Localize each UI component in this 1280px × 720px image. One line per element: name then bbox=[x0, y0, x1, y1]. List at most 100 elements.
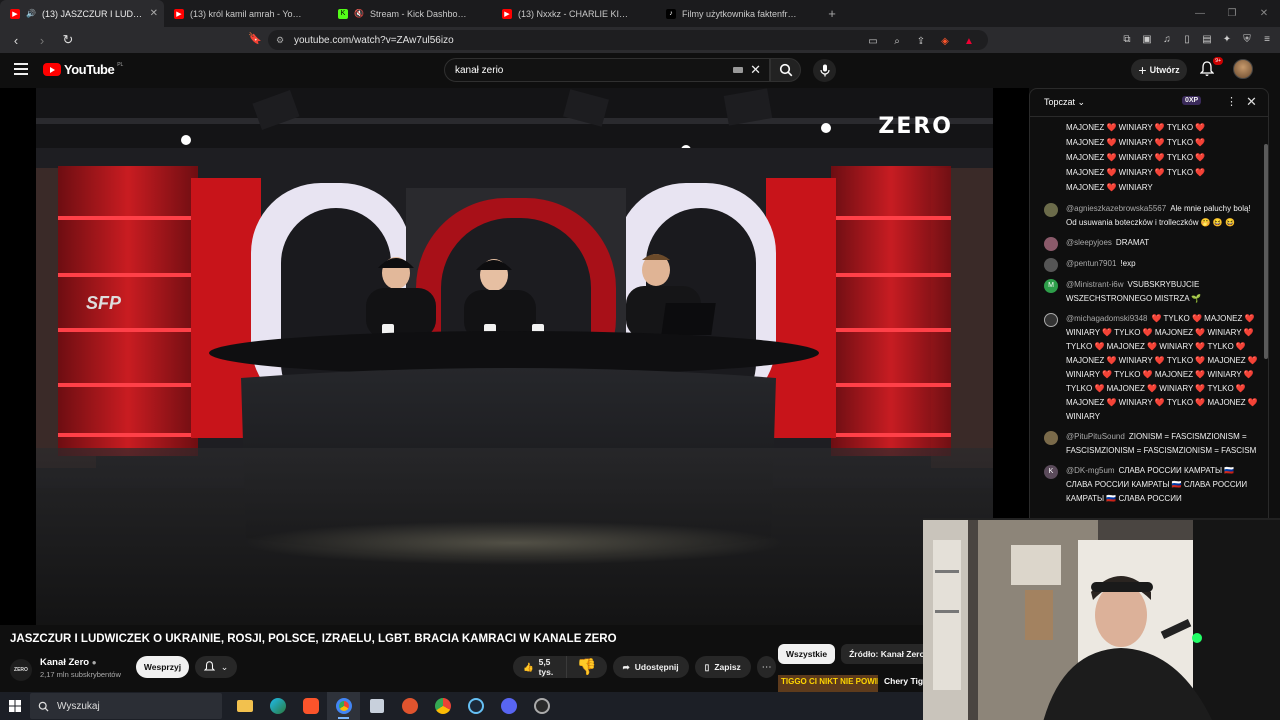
voice-search-button[interactable] bbox=[813, 59, 836, 82]
more-options-icon[interactable]: ⋮ bbox=[1226, 95, 1237, 108]
vpn-icon[interactable]: ⛨ bbox=[1240, 32, 1254, 46]
share-icon[interactable]: ⇪ bbox=[914, 34, 928, 48]
notifications-button[interactable]: 9+ bbox=[1199, 57, 1223, 77]
url-text: youtube.com/watch?v=ZAw7ul56izo bbox=[294, 34, 454, 46]
search-button[interactable] bbox=[770, 58, 801, 82]
more-horizontal-icon: ⋯ bbox=[761, 661, 772, 673]
chat-mode-label: Topczat bbox=[1044, 97, 1076, 107]
youtube-logo[interactable]: YouTube PL bbox=[43, 62, 123, 77]
user-avatar[interactable] bbox=[1044, 203, 1058, 217]
message-author[interactable]: @Ministrant-i6w bbox=[1066, 280, 1123, 289]
keyboard-icon[interactable] bbox=[733, 67, 743, 73]
chat-scrollbar[interactable] bbox=[1264, 144, 1268, 359]
chat-message: MAJONEZ ❤️ WINIARY bbox=[1044, 181, 1260, 196]
user-avatar[interactable]: M bbox=[1044, 279, 1058, 293]
filter-chip-source[interactable]: Źródło: Kanał Zero bbox=[841, 644, 933, 664]
xp-badge[interactable]: 0XP bbox=[1182, 96, 1202, 105]
screen-cast-icon[interactable]: ▭ bbox=[866, 34, 880, 48]
thumbs-down-icon: 👎 bbox=[576, 659, 597, 676]
screenshot-icon[interactable]: ▣ bbox=[1140, 32, 1154, 46]
youtube-header: YouTube PL kanał zerio ✕ + Utwórz 9+ bbox=[0, 53, 1280, 88]
chat-header: Topczat ⌄ 0XP ⋮ ✕ bbox=[1030, 89, 1268, 117]
recommended-video-title[interactable]: Chery Tigg bbox=[884, 676, 928, 686]
app-window-icon[interactable] bbox=[360, 692, 393, 720]
clear-search-icon[interactable]: ✕ bbox=[750, 62, 761, 78]
video-player[interactable]: ZERO SFP bbox=[36, 88, 993, 625]
window-close-icon[interactable]: ✕ bbox=[1248, 0, 1280, 27]
webcam-feed bbox=[923, 520, 1280, 720]
chat-message: @PituPituSound ZIONISM = FASCISMZIONISM =… bbox=[1044, 430, 1260, 458]
message-author[interactable]: @pentun7901 bbox=[1066, 259, 1116, 268]
obs-icon[interactable] bbox=[393, 692, 426, 720]
file-explorer-icon[interactable] bbox=[228, 692, 261, 720]
browser-tab-4[interactable]: ♪ Filmy użytkownika faktenfreundlich ( bbox=[656, 0, 820, 27]
reload-icon[interactable]: ↻ bbox=[58, 30, 78, 50]
share-button[interactable]: ➦ Udostępnij bbox=[612, 656, 689, 678]
subscription-bell-button[interactable]: ⌄ bbox=[195, 656, 237, 678]
user-avatar[interactable] bbox=[1044, 258, 1058, 272]
search-input[interactable]: kanał zerio ✕ bbox=[444, 58, 770, 82]
browser-tab-1[interactable]: ▶ (13) król kamil amrah - YouTube bbox=[164, 0, 328, 27]
more-actions-button[interactable]: ⋯ bbox=[756, 656, 777, 678]
browser-tab-2[interactable]: K 🔇 Stream - Kick Dashboard bbox=[328, 0, 492, 27]
wallet-icon[interactable]: ▤ bbox=[1200, 32, 1214, 46]
brave-icon[interactable] bbox=[294, 692, 327, 720]
channel-name[interactable]: Kanał Zero ● bbox=[40, 657, 97, 668]
message-author[interactable]: @DK-mg5um bbox=[1066, 466, 1115, 475]
menu-icon[interactable]: ≡ bbox=[1260, 32, 1274, 46]
leo-ai-icon[interactable]: ✦ bbox=[1220, 32, 1234, 46]
brave-shield-icon[interactable]: ◈ bbox=[938, 34, 952, 48]
message-author[interactable]: @michagadomski9348 bbox=[1066, 314, 1148, 323]
chrome-icon[interactable] bbox=[327, 692, 360, 720]
minimize-icon[interactable]: — bbox=[1184, 0, 1216, 27]
browser-tab-0[interactable]: ▶ 🔊 (13) JASZCZUR I LUDWICZEK ✕ bbox=[0, 0, 164, 27]
save-button[interactable]: ▯ Zapisz bbox=[694, 656, 751, 678]
recording-app-icon[interactable] bbox=[525, 692, 558, 720]
edge-icon[interactable] bbox=[261, 692, 294, 720]
chat-mode-dropdown[interactable]: Topczat ⌄ bbox=[1044, 97, 1085, 108]
user-avatar[interactable] bbox=[1044, 313, 1058, 327]
close-chat-icon[interactable]: ✕ bbox=[1246, 94, 1257, 110]
new-tab-button[interactable]: + bbox=[820, 0, 844, 27]
taskbar-search[interactable]: Wyszukaj bbox=[30, 693, 222, 719]
zoom-icon[interactable]: ⌕ bbox=[890, 34, 904, 48]
recommendation-filters: Wszystkie Źródło: Kanał Zero bbox=[778, 644, 933, 664]
tiktok-icon: ♪ bbox=[666, 8, 676, 19]
bookmark-icon[interactable]: 🔖 bbox=[248, 32, 262, 45]
account-avatar[interactable] bbox=[1233, 59, 1253, 79]
channel-watermark: ZERO bbox=[878, 114, 953, 139]
filter-chip-all[interactable]: Wszystkie bbox=[778, 644, 836, 664]
browser-tab-3[interactable]: ▶ (13) Nxxkz - CHARLIE KIRK FUNK (OF bbox=[492, 0, 656, 27]
extensions-icon[interactable]: ⧉ bbox=[1120, 32, 1134, 46]
user-avatar[interactable]: K bbox=[1044, 465, 1058, 479]
close-icon[interactable]: ✕ bbox=[150, 8, 158, 19]
brave-rewards-icon[interactable]: ▲ bbox=[962, 34, 976, 48]
message-author[interactable]: @agnieszkazebrowska5567 bbox=[1066, 204, 1166, 213]
user-avatar[interactable] bbox=[1044, 431, 1058, 445]
hamburger-menu-icon[interactable] bbox=[14, 63, 28, 75]
support-button[interactable]: Wesprzyj bbox=[136, 656, 189, 678]
back-icon[interactable]: ‹ bbox=[6, 30, 26, 50]
dislike-button[interactable]: 👎 bbox=[567, 656, 607, 678]
steam-icon[interactable] bbox=[459, 692, 492, 720]
speaker-icon: 🔊 bbox=[26, 9, 36, 18]
extensions-bar: ⧉ ▣ ♫ ▯ ▤ ✦ ⛨ ≡ bbox=[1120, 32, 1274, 46]
sidebar-icon[interactable]: ▯ bbox=[1180, 32, 1194, 46]
music-icon[interactable]: ♫ bbox=[1160, 32, 1174, 46]
channel-avatar[interactable]: ZERO bbox=[10, 659, 32, 681]
chrome-profile-icon[interactable] bbox=[426, 692, 459, 720]
youtube-icon: ▶ bbox=[174, 8, 184, 19]
user-avatar[interactable] bbox=[1044, 237, 1058, 251]
message-author[interactable]: @PituPituSound bbox=[1066, 432, 1125, 441]
recommended-video-thumbnail[interactable]: TIGGO CI NIKT NIE POWIE bbox=[778, 675, 878, 693]
search-value: kanał zerio bbox=[455, 64, 504, 76]
windows-start-button[interactable] bbox=[0, 692, 30, 720]
site-settings-icon[interactable]: ⚙ bbox=[276, 35, 284, 46]
discord-icon[interactable] bbox=[492, 692, 525, 720]
create-button[interactable]: + Utwórz bbox=[1131, 59, 1187, 81]
message-author[interactable]: @sleepyjoes bbox=[1066, 238, 1112, 247]
maximize-icon[interactable]: ❐ bbox=[1216, 0, 1248, 27]
forward-icon[interactable]: › bbox=[32, 30, 52, 50]
like-button[interactable]: 👍 5,5 tys. bbox=[513, 656, 567, 678]
address-bar[interactable]: ⚙ youtube.com/watch?v=ZAw7ul56izo ▭ ⌕ ⇪ … bbox=[268, 30, 988, 50]
